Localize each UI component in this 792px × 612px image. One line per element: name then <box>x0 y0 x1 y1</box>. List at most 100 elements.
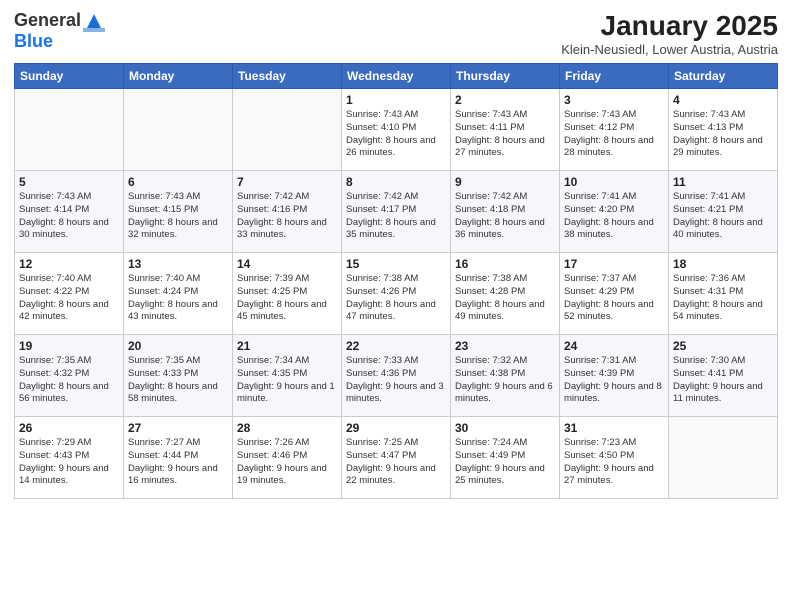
day-number: 22 <box>346 339 446 353</box>
day-number: 13 <box>128 257 228 271</box>
day-number: 20 <box>128 339 228 353</box>
day-number: 2 <box>455 93 555 107</box>
weekday-header-sunday: Sunday <box>15 64 124 89</box>
calendar-cell: 4 Sunrise: 7:43 AM Sunset: 4:13 PM Daylig… <box>669 89 778 171</box>
calendar-cell: 9 Sunrise: 7:42 AM Sunset: 4:18 PM Daylig… <box>451 171 560 253</box>
calendar-cell: 19 Sunrise: 7:35 AM Sunset: 4:32 PM Dayli… <box>15 335 124 417</box>
weekday-header-friday: Friday <box>560 64 669 89</box>
logo: General Blue <box>14 10 105 52</box>
day-content: Sunrise: 7:40 AM Sunset: 4:22 PM Dayligh… <box>19 273 119 324</box>
weekday-header-monday: Monday <box>124 64 233 89</box>
day-number: 12 <box>19 257 119 271</box>
weekday-header-saturday: Saturday <box>669 64 778 89</box>
calendar-week-2: 5Sunrise: 7:43 AM Sunset: 4:14 PM Daylig… <box>15 171 778 253</box>
calendar-cell: 23 Sunrise: 7:32 AM Sunset: 4:38 PM Dayli… <box>451 335 560 417</box>
day-number: 1 <box>346 93 446 107</box>
calendar-cell: 28 Sunrise: 7:26 AM Sunset: 4:46 PM Dayli… <box>233 417 342 499</box>
calendar-cell: 12 Sunrise: 7:40 AM Sunset: 4:22 PM Dayli… <box>15 253 124 335</box>
day-content: Sunrise: 7:43 AM Sunset: 4:11 PM Dayligh… <box>455 109 555 160</box>
day-content: Sunrise: 7:42 AM Sunset: 4:17 PM Dayligh… <box>346 191 446 242</box>
day-number: 6 <box>128 175 228 189</box>
calendar-cell: 7 Sunrise: 7:42 AM Sunset: 4:16 PM Daylig… <box>233 171 342 253</box>
calendar-cell: 8 Sunrise: 7:42 AM Sunset: 4:17 PM Daylig… <box>342 171 451 253</box>
calendar-cell <box>124 89 233 171</box>
day-content: Sunrise: 7:32 AM Sunset: 4:38 PM Dayligh… <box>455 355 555 406</box>
calendar-cell: 14Sunrise: 7:39 AM Sunset: 4:25 PM Dayli… <box>233 253 342 335</box>
day-number: 9 <box>455 175 555 189</box>
day-content: Sunrise: 7:27 AM Sunset: 4:44 PM Dayligh… <box>128 437 228 488</box>
day-content: Sunrise: 7:30 AM Sunset: 4:41 PM Dayligh… <box>673 355 773 406</box>
calendar-cell: 6Sunrise: 7:43 AM Sunset: 4:15 PM Daylig… <box>124 171 233 253</box>
calendar-cell: 25 Sunrise: 7:30 AM Sunset: 4:41 PM Dayli… <box>669 335 778 417</box>
day-content: Sunrise: 7:41 AM Sunset: 4:21 PM Dayligh… <box>673 191 773 242</box>
day-content: Sunrise: 7:25 AM Sunset: 4:47 PM Dayligh… <box>346 437 446 488</box>
day-content: Sunrise: 7:36 AM Sunset: 4:31 PM Dayligh… <box>673 273 773 324</box>
calendar-cell: 1 Sunrise: 7:43 AM Sunset: 4:10 PM Daylig… <box>342 89 451 171</box>
day-content: Sunrise: 7:29 AM Sunset: 4:43 PM Dayligh… <box>19 437 119 488</box>
weekday-header-thursday: Thursday <box>451 64 560 89</box>
day-number: 19 <box>19 339 119 353</box>
day-content: Sunrise: 7:37 AM Sunset: 4:29 PM Dayligh… <box>564 273 664 324</box>
day-number: 30 <box>455 421 555 435</box>
calendar-week-3: 12 Sunrise: 7:40 AM Sunset: 4:22 PM Dayli… <box>15 253 778 335</box>
day-number: 24 <box>564 339 664 353</box>
calendar-cell: 31 Sunrise: 7:23 AM Sunset: 4:50 PM Dayli… <box>560 417 669 499</box>
calendar-table: SundayMondayTuesdayWednesdayThursdayFrid… <box>14 63 778 499</box>
day-content: Sunrise: 7:42 AM Sunset: 4:18 PM Dayligh… <box>455 191 555 242</box>
day-content: Sunrise: 7:31 AM Sunset: 4:39 PM Dayligh… <box>564 355 664 406</box>
calendar-cell: 22 Sunrise: 7:33 AM Sunset: 4:36 PM Dayli… <box>342 335 451 417</box>
day-number: 26 <box>19 421 119 435</box>
day-content: Sunrise: 7:33 AM Sunset: 4:36 PM Dayligh… <box>346 355 446 406</box>
calendar-cell: 15 Sunrise: 7:38 AM Sunset: 4:26 PM Dayli… <box>342 253 451 335</box>
day-content: Sunrise: 7:41 AM Sunset: 4:20 PM Dayligh… <box>564 191 664 242</box>
day-number: 4 <box>673 93 773 107</box>
day-content: Sunrise: 7:43 AM Sunset: 4:10 PM Dayligh… <box>346 109 446 160</box>
weekday-header-tuesday: Tuesday <box>233 64 342 89</box>
day-content: Sunrise: 7:35 AM Sunset: 4:32 PM Dayligh… <box>19 355 119 406</box>
day-number: 23 <box>455 339 555 353</box>
calendar-cell: 2 Sunrise: 7:43 AM Sunset: 4:11 PM Daylig… <box>451 89 560 171</box>
day-content: Sunrise: 7:43 AM Sunset: 4:13 PM Dayligh… <box>673 109 773 160</box>
day-number: 27 <box>128 421 228 435</box>
day-number: 10 <box>564 175 664 189</box>
day-number: 28 <box>237 421 337 435</box>
day-content: Sunrise: 7:23 AM Sunset: 4:50 PM Dayligh… <box>564 437 664 488</box>
calendar-cell: 29Sunrise: 7:25 AM Sunset: 4:47 PM Dayli… <box>342 417 451 499</box>
calendar-cell: 5Sunrise: 7:43 AM Sunset: 4:14 PM Daylig… <box>15 171 124 253</box>
calendar-cell: 20 Sunrise: 7:35 AM Sunset: 4:33 PM Dayli… <box>124 335 233 417</box>
day-number: 25 <box>673 339 773 353</box>
day-content: Sunrise: 7:42 AM Sunset: 4:16 PM Dayligh… <box>237 191 337 242</box>
calendar-cell <box>669 417 778 499</box>
day-content: Sunrise: 7:26 AM Sunset: 4:46 PM Dayligh… <box>237 437 337 488</box>
calendar-cell: 18 Sunrise: 7:36 AM Sunset: 4:31 PM Dayli… <box>669 253 778 335</box>
calendar-cell: 24 Sunrise: 7:31 AM Sunset: 4:39 PM Dayli… <box>560 335 669 417</box>
day-number: 7 <box>237 175 337 189</box>
calendar-cell: 30 Sunrise: 7:24 AM Sunset: 4:49 PM Dayli… <box>451 417 560 499</box>
day-number: 18 <box>673 257 773 271</box>
day-content: Sunrise: 7:35 AM Sunset: 4:33 PM Dayligh… <box>128 355 228 406</box>
day-content: Sunrise: 7:38 AM Sunset: 4:26 PM Dayligh… <box>346 273 446 324</box>
day-number: 8 <box>346 175 446 189</box>
calendar-cell: 13 Sunrise: 7:40 AM Sunset: 4:24 PM Dayli… <box>124 253 233 335</box>
day-content: Sunrise: 7:38 AM Sunset: 4:28 PM Dayligh… <box>455 273 555 324</box>
weekday-header-row: SundayMondayTuesdayWednesdayThursdayFrid… <box>15 64 778 89</box>
calendar-cell: 17 Sunrise: 7:37 AM Sunset: 4:29 PM Dayli… <box>560 253 669 335</box>
calendar-cell: 26 Sunrise: 7:29 AM Sunset: 4:43 PM Dayli… <box>15 417 124 499</box>
day-number: 15 <box>346 257 446 271</box>
title-block: January 2025 Klein-Neusiedl, Lower Austr… <box>561 10 778 57</box>
logo-block: General Blue <box>14 10 105 52</box>
day-content: Sunrise: 7:40 AM Sunset: 4:24 PM Dayligh… <box>128 273 228 324</box>
day-number: 17 <box>564 257 664 271</box>
page-container: General Blue January 2025 Klein-Neusiedl… <box>0 0 792 509</box>
calendar-week-5: 26 Sunrise: 7:29 AM Sunset: 4:43 PM Dayli… <box>15 417 778 499</box>
weekday-header-wednesday: Wednesday <box>342 64 451 89</box>
day-number: 11 <box>673 175 773 189</box>
calendar-week-4: 19 Sunrise: 7:35 AM Sunset: 4:32 PM Dayli… <box>15 335 778 417</box>
calendar-cell: 11 Sunrise: 7:41 AM Sunset: 4:21 PM Dayli… <box>669 171 778 253</box>
day-content: Sunrise: 7:43 AM Sunset: 4:12 PM Dayligh… <box>564 109 664 160</box>
day-number: 14 <box>237 257 337 271</box>
day-content: Sunrise: 7:24 AM Sunset: 4:49 PM Dayligh… <box>455 437 555 488</box>
day-number: 31 <box>564 421 664 435</box>
calendar-cell <box>233 89 342 171</box>
calendar-week-1: 1 Sunrise: 7:43 AM Sunset: 4:10 PM Daylig… <box>15 89 778 171</box>
